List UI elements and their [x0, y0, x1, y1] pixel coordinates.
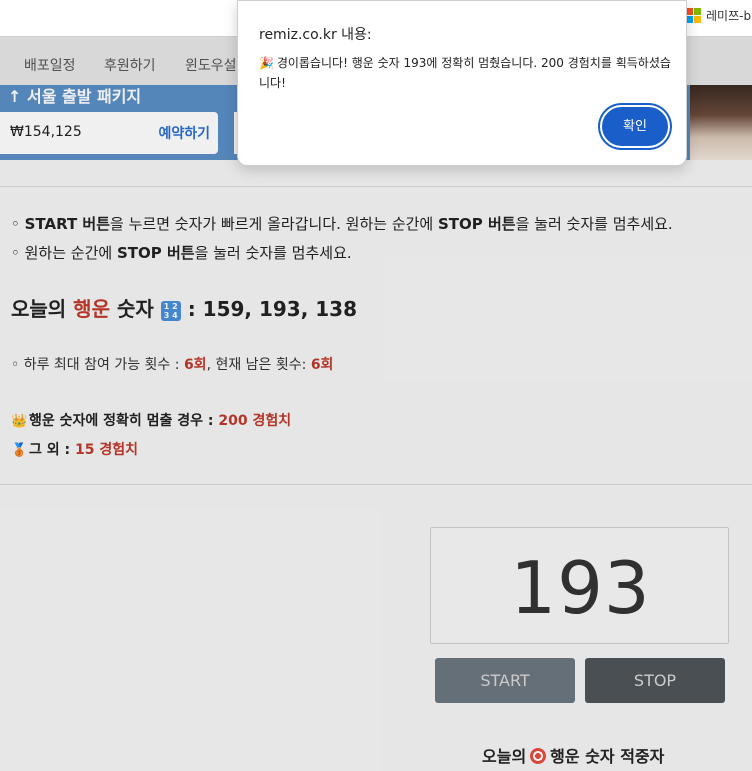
bookmark-label[interactable]: 레미쯔-b: [706, 7, 751, 24]
start-button[interactable]: START: [435, 658, 575, 703]
lucky-numbers-value: : 159, 193, 138: [187, 297, 358, 321]
dialog-origin: remiz.co.kr 내용:: [259, 27, 372, 43]
rule-line-2: ◦ 원하는 순간에 STOP 버튼을 눌러 숫자를 멈추세요.: [11, 244, 352, 262]
stop-button[interactable]: STOP: [585, 658, 725, 703]
participation-limit: ◦ 하루 최대 참여 가능 횟수 : 6회, 현재 남은 횟수: 6회: [11, 357, 334, 373]
dialog-message-text: 경이롭습니다! 행운 숫자 193에 정확히 멈췄습니다. 200 경험치를 획…: [259, 56, 671, 90]
ad-book-button[interactable]: 예약하기: [158, 123, 210, 143]
alert-dialog: remiz.co.kr 내용: 🎉 경이롭습니다! 행운 숫자 193에 정확히…: [237, 0, 687, 166]
ad-title: ↑ 서울 출발 패키지: [8, 87, 142, 106]
numbers-icon: 1 23 4: [160, 301, 181, 321]
ok-button[interactable]: 확인: [600, 105, 670, 148]
nav-item-donate[interactable]: 후원하기: [104, 55, 156, 75]
divider: [0, 484, 752, 485]
number-display: 193: [510, 546, 651, 630]
ad-price: ₩154,125: [10, 124, 82, 140]
nav-item-release-schedule[interactable]: 배포일정: [24, 55, 76, 75]
target-icon: [530, 748, 547, 764]
dialog-message: 🎉 경이롭습니다! 행운 숫자 193에 정확히 멈췄습니다. 200 경험치를…: [259, 53, 679, 93]
reward-other: 🥉 그 외 : 15 경험치: [11, 442, 138, 458]
lucky-numbers-title: 오늘의 행운 숫자 1 23 4 : 159, 193, 138: [11, 297, 358, 321]
divider: [0, 186, 752, 187]
nav-item-windows[interactable]: 윈도우설: [185, 55, 237, 75]
medal-icon: 🥉: [11, 443, 28, 458]
microsoft-logo-icon: [686, 8, 701, 23]
ad-photo: [690, 85, 752, 160]
winners-title: 오늘의 행운 숫자 적중자: [482, 747, 665, 766]
rule-line-1: ◦ START 버튼을 누르면 숫자가 빠르게 올라갑니다. 원하는 순간에 S…: [11, 215, 673, 233]
crown-icon: 👑: [11, 414, 28, 429]
ad-card[interactable]: ₩154,125 예약하기: [0, 112, 218, 154]
party-popper-icon: 🎉: [259, 56, 274, 70]
reward-exact: 👑 행운 숫자에 정확히 멈출 경우 : 200 경험치: [11, 413, 292, 429]
number-display-box: 193: [430, 527, 729, 644]
